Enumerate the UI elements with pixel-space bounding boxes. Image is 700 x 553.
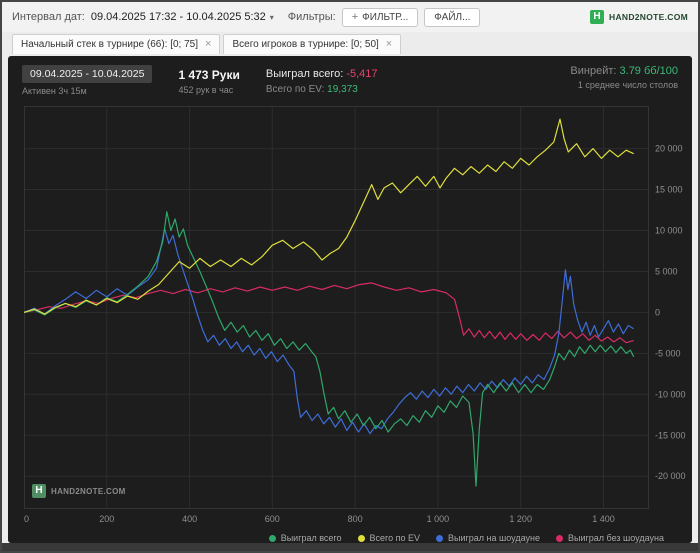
avg-tables: 1 среднее число столов xyxy=(577,80,678,90)
hands-per-hour: 452 рук в час xyxy=(178,85,234,95)
watermark: H HAND2NOTE.COM xyxy=(32,484,126,498)
svg-text:0: 0 xyxy=(655,307,660,317)
svg-text:15 000: 15 000 xyxy=(655,185,683,195)
add-filter-button[interactable]: + ФИЛЬТР... xyxy=(341,7,419,27)
report-panel: 09.04.2025 - 10.04.2025 Активен 3ч 15м 1… xyxy=(8,56,692,543)
chart-area: 20 000 15 000 10 000 5 000 0 -5 000 -10 000 -15… xyxy=(23,106,692,535)
date-range-value: 09.04.2025 17:32 - 10.04.2025 5:32 xyxy=(90,11,266,23)
window-bottom-edge xyxy=(2,543,698,551)
winnings-chart[interactable]: 20 000 15 000 10 000 5 000 0 -5 000 -10 000 -15… xyxy=(23,106,688,530)
legend-dot-icon xyxy=(436,534,444,542)
report-date-range[interactable]: 09.04.2025 - 10.04.2025 xyxy=(22,65,153,83)
filter-chip-label: Всего игроков в турнире: [0; 50] xyxy=(232,39,379,50)
toolbar: Интервал дат: 09.04.2025 17:32 - 10.04.2… xyxy=(2,2,698,32)
svg-text:20 000: 20 000 xyxy=(655,144,683,154)
report-header: 09.04.2025 - 10.04.2025 Активен 3ч 15м 1… xyxy=(8,56,692,103)
active-time: Активен 3ч 15м xyxy=(22,86,87,96)
svg-text:800: 800 xyxy=(348,514,363,524)
svg-text:5 000: 5 000 xyxy=(655,267,678,277)
chevron-down-icon: ▾ xyxy=(269,12,274,22)
hands-count: 1 473 Руки xyxy=(178,68,240,82)
svg-text:-15 000: -15 000 xyxy=(655,430,686,440)
hand2note-icon: H xyxy=(32,484,46,498)
ev-total-value: 19,373 xyxy=(327,84,358,95)
watermark-text: HAND2NOTE.COM xyxy=(51,486,126,496)
legend-dot-icon xyxy=(268,534,276,542)
brand-text: HAND2NOTE.COM xyxy=(609,12,688,22)
plus-icon: + xyxy=(351,10,359,23)
svg-text:1 400: 1 400 xyxy=(592,514,615,524)
svg-text:10 000: 10 000 xyxy=(655,226,683,236)
filter-chip-start-stack[interactable]: Начальный стек в турнире (66): [0; 75] × xyxy=(12,34,221,54)
svg-text:0: 0 xyxy=(24,514,29,524)
svg-text:1 000: 1 000 xyxy=(427,514,450,524)
date-range-dropdown[interactable]: 09.04.2025 17:32 - 10.04.2025 5:32 ▾ xyxy=(91,11,274,23)
ev-total-label: Всего по EV: xyxy=(265,84,325,95)
won-total-label: Выиграл всего: xyxy=(265,68,344,80)
filter-tabs-row: Начальный стек в турнире (66): [0; 75] ×… xyxy=(2,32,698,54)
won-total-value: -5,417 xyxy=(346,68,378,80)
svg-text:1 200: 1 200 xyxy=(509,514,532,524)
svg-text:-10 000: -10 000 xyxy=(655,389,686,399)
filters-label: Фильтры: xyxy=(287,11,336,23)
hand2note-icon: H xyxy=(590,10,604,24)
add-filter-label: ФИЛЬТР... xyxy=(362,11,409,23)
svg-text:600: 600 xyxy=(265,514,280,524)
date-interval-label: Интервал дат: xyxy=(12,11,85,23)
filter-chip-label: Начальный стек в турнире (66): [0; 75] xyxy=(21,39,199,50)
winrate-label: Винрейт: xyxy=(570,65,617,77)
app-window: Интервал дат: 09.04.2025 17:32 - 10.04.2… xyxy=(0,0,700,553)
legend-dot-icon xyxy=(357,534,365,542)
svg-text:200: 200 xyxy=(99,514,114,524)
file-button-label: ФАЙЛ... xyxy=(434,11,471,23)
brand-logo: H HAND2NOTE.COM xyxy=(590,10,688,24)
file-button[interactable]: ФАЙЛ... xyxy=(424,7,481,27)
svg-text:-5 000: -5 000 xyxy=(655,348,681,358)
svg-text:-20 000: -20 000 xyxy=(655,471,686,481)
filter-chip-total-players[interactable]: Всего игроков в турнире: [0; 50] × xyxy=(223,34,402,54)
close-icon[interactable]: × xyxy=(386,39,392,50)
legend-dot-icon xyxy=(556,534,563,542)
winrate-value: 3.79 бб/100 xyxy=(619,65,678,77)
svg-text:400: 400 xyxy=(182,514,197,524)
close-icon[interactable]: × xyxy=(205,39,211,50)
